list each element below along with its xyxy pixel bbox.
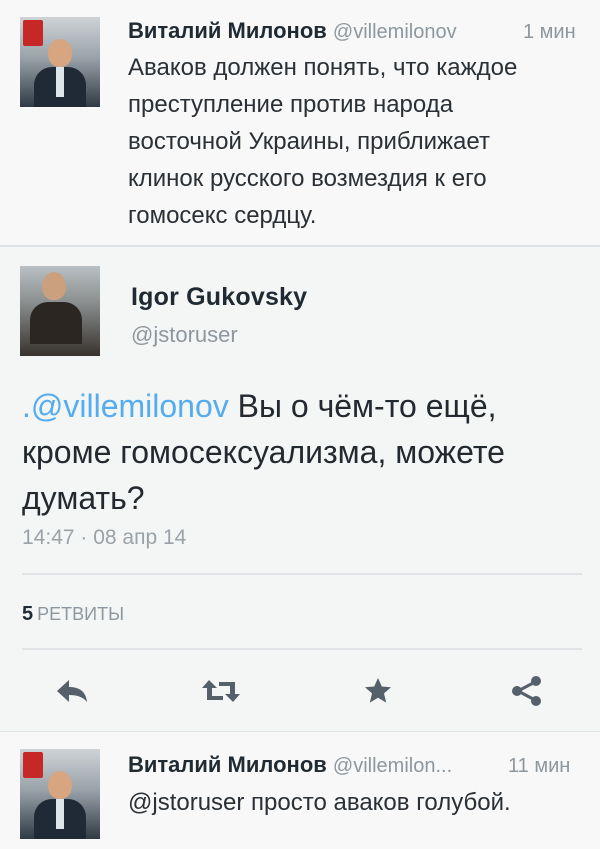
tweet-line: клинок русского возмездия к его xyxy=(128,165,487,192)
author-handle: @villemilonov xyxy=(332,21,457,43)
favorite-button[interactable] xyxy=(356,673,400,709)
avatar[interactable] xyxy=(20,749,100,839)
favorite-icon xyxy=(365,678,391,703)
author-name[interactable]: Виталий Милонов @villemilon... xyxy=(128,752,452,778)
divider xyxy=(22,648,582,650)
retweet-icon xyxy=(202,680,240,702)
share-icon xyxy=(512,676,541,706)
seal-icon xyxy=(23,752,43,778)
tweet-time: 11 мин xyxy=(508,755,571,777)
divider xyxy=(0,245,600,247)
retweet-label: РЕТВИТЫ xyxy=(37,604,125,624)
divider xyxy=(22,573,582,575)
tweet-text: Аваков должен понять, что каждое преступ… xyxy=(128,49,517,234)
share-button[interactable] xyxy=(505,673,549,709)
tweet-milonov-2[interactable]: Виталий Милонов @villemilon... 11 мин @j… xyxy=(0,732,600,849)
retweet-count: 5 xyxy=(22,603,34,625)
avatar[interactable] xyxy=(20,17,100,107)
author-name[interactable]: Igor Gukovsky xyxy=(131,283,307,312)
seal-icon xyxy=(23,20,43,46)
tweet-line: гомосекс сердцу. xyxy=(128,202,317,229)
reply-button[interactable] xyxy=(50,673,94,709)
tweet-line: восточной Украины, приближает xyxy=(128,128,490,155)
mention-link[interactable]: .@villemilonov xyxy=(22,388,229,424)
avatar[interactable] xyxy=(20,266,100,356)
tweet-timestamp: 14:47 · 08 апр 14 xyxy=(22,526,187,549)
tweet-milonov-1[interactable]: Виталий Милонов @villemilonov 1 мин Авак… xyxy=(0,0,600,246)
tweet-line: преступление против народа xyxy=(128,91,454,118)
retweet-stats[interactable]: 5 РЕТВИТЫ xyxy=(22,603,124,626)
retweet-button[interactable] xyxy=(199,673,243,709)
tweet-text: @jstoruser просто аваков голубой. xyxy=(128,789,511,816)
author-name[interactable]: Виталий Милонов @villemilonov xyxy=(128,18,457,44)
reply-icon xyxy=(57,680,87,702)
tweet-line: Аваков должен понять, что каждое xyxy=(128,54,518,81)
tweet-text: .@villemilonov Вы о чём-то ещё, кроме го… xyxy=(22,383,582,521)
tweet-time: 1 мин xyxy=(523,21,576,43)
author-handle[interactable]: @jstoruser xyxy=(131,322,238,348)
author-handle: @villemilon... xyxy=(332,755,453,777)
